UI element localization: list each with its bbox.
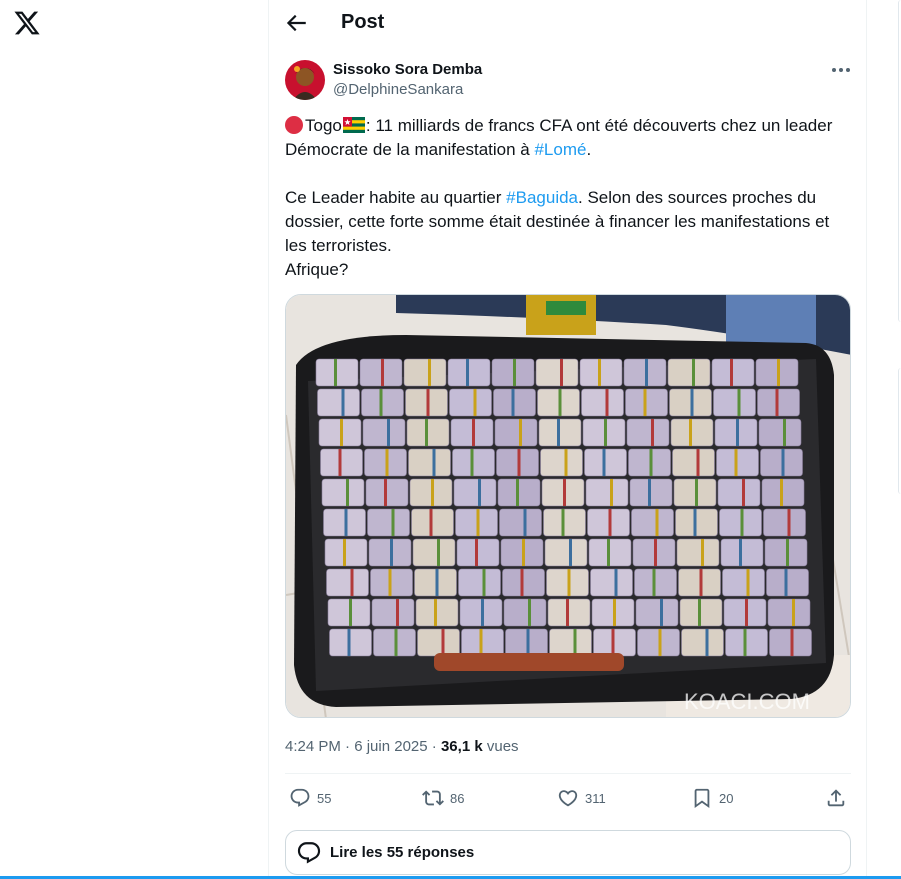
like-button[interactable]: 311 [557,786,606,810]
post-header: Post [269,0,866,45]
photo-watermark: KOACI.COM [684,689,810,714]
repost-button[interactable]: 86 [422,786,464,810]
column-divider-left [268,0,269,879]
reply-count: 55 [317,790,332,806]
page-title: Post [341,11,385,33]
hashtag-link[interactable]: #Lomé [534,140,586,159]
share-button[interactable] [825,786,847,810]
reply-button[interactable]: 55 [289,786,331,810]
author-display-name[interactable]: Sissoko Sora Demba [333,61,482,79]
post-time[interactable]: 4:24 PM [285,738,341,755]
more-icon[interactable] [829,60,853,80]
share-icon [827,789,845,807]
like-icon [558,790,578,807]
divider [285,773,851,774]
red-circle-emoji-icon [285,116,303,134]
reply-icon [290,788,310,807]
bookmark-icon [694,788,710,809]
bookmark-count: 20 [719,790,734,806]
tweet-text: Togo : 11 milliards de francs CFA ont ét… [285,114,855,282]
speech-bubble-icon [297,841,321,864]
tweet-text-segment: Togo [305,116,342,135]
tweet-text-segment: . [586,140,592,159]
post-date[interactable]: 6 juin 2025 [354,738,427,755]
post-metadata: 4:24 PM · 6 juin 2025 · 36,1 k vues [285,737,519,757]
views-label: vues [482,738,519,755]
column-divider-right [866,0,867,879]
author-handle[interactable]: @DelphineSankara [333,81,463,99]
tweet-text-segment: Afrique? [285,260,349,279]
x-logo-icon[interactable] [13,9,41,37]
bookmark-button[interactable]: 20 [691,786,733,810]
meta-separator: · [431,738,437,755]
hashtag-link[interactable]: #Baguida [506,188,578,207]
repost-icon [422,790,444,806]
read-replies-button[interactable]: Lire les 55 réponses [285,830,851,875]
back-arrow-icon[interactable] [283,10,309,36]
tweet-photo[interactable]: KOACI.COM [285,294,851,718]
togo-flag-icon [342,117,365,133]
meta-separator: · [345,738,351,755]
tweet-text-segment: Ce Leader habite au quartier [285,188,507,207]
views-count: 36,1 k [440,738,483,755]
avatar[interactable] [285,60,325,100]
like-count: 311 [585,790,606,806]
read-replies-label: Lire les 55 réponses [330,844,475,861]
repost-count: 86 [450,790,465,806]
